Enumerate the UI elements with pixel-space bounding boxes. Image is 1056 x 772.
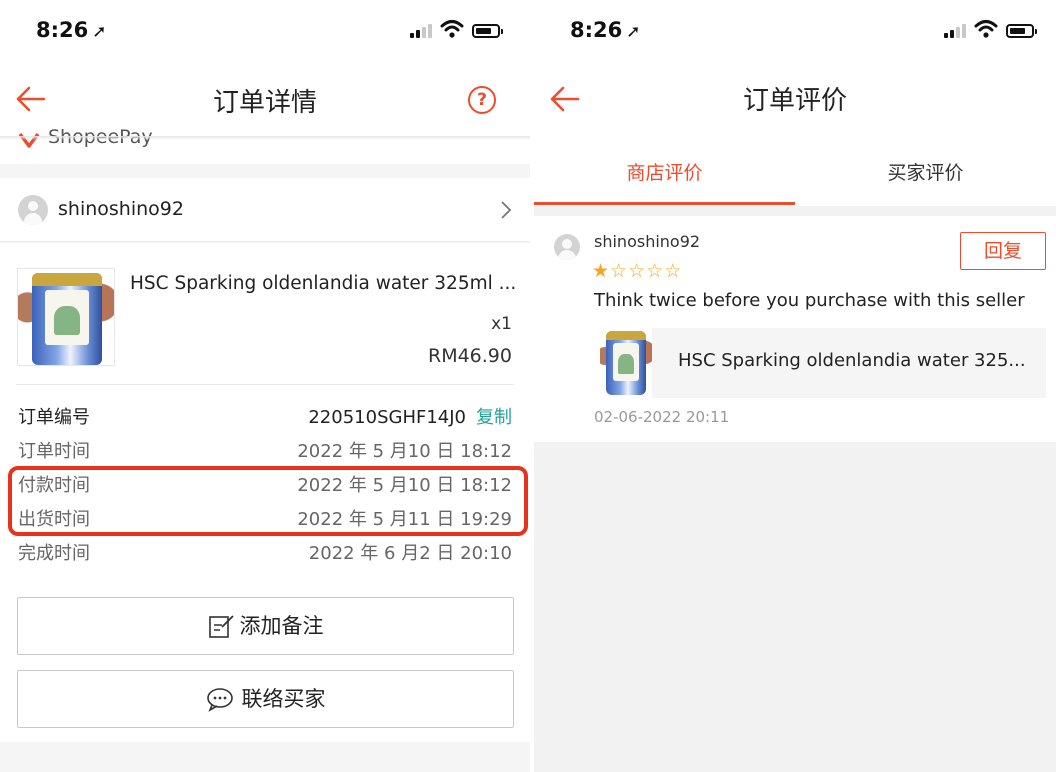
highlight-annotation-box	[8, 466, 528, 536]
battery-icon	[472, 24, 503, 38]
order-time-label: 订单时间	[18, 441, 90, 462]
review-username: shinoshino92	[594, 232, 701, 251]
order-number-value: 220510SGHF14J0	[308, 407, 466, 428]
section-gap	[534, 206, 1056, 216]
complete-time-label: 完成时间	[18, 543, 90, 564]
tab-buyer-review[interactable]: 买家评价	[795, 158, 1056, 185]
help-circle-icon[interactable]: ?	[468, 86, 496, 114]
order-time-value: 2022 年 5 月10 日 18:12	[297, 441, 512, 462]
battery-icon	[1006, 24, 1037, 38]
user-avatar-icon	[18, 195, 48, 225]
review-card: shinoshino92 ★☆☆☆☆ 回复 Think twice before…	[534, 216, 1056, 442]
product-thumbnail[interactable]	[17, 268, 115, 366]
contact-buyer-button[interactable]: 联络买家	[17, 670, 514, 728]
note-edit-icon	[208, 615, 234, 638]
active-tab-indicator	[534, 202, 795, 205]
wifi-icon	[974, 20, 998, 38]
star-empty-icon: ☆	[664, 260, 683, 282]
status-time: 8:26 ➚	[570, 18, 641, 42]
location-arrow-icon: ➚	[92, 22, 107, 42]
cellular-signal-icon	[410, 24, 432, 38]
complete-time-row: 完成时间 2022 年 6 月2 日 20:10	[18, 539, 512, 569]
order-time-row: 订单时间 2022 年 5 月10 日 18:12	[18, 437, 512, 467]
tab-shop-review[interactable]: 商店评价	[534, 158, 795, 185]
drink-can-image	[606, 331, 646, 395]
add-note-button[interactable]: 添加备注	[17, 597, 514, 655]
status-bar: 8:26 ➚	[0, 0, 530, 62]
product-thumbnail	[600, 328, 652, 398]
reply-button[interactable]: 回复	[960, 232, 1046, 270]
product-title[interactable]: HSC Sparking oldenlandia water 325ml ...	[130, 273, 516, 294]
chevron-right-icon	[501, 201, 512, 219]
product-price: RM46.90	[428, 345, 512, 367]
add-note-label: 添加备注	[239, 614, 324, 638]
drink-can-image	[32, 273, 102, 365]
page-title: 订单评价	[742, 86, 847, 116]
order-detail-screen: 8:26➚ 订单详情 ? ShopeePay shinoshino92 HSC …	[0, 0, 530, 772]
nav-shadow	[0, 136, 530, 140]
contact-buyer-label: 联络买家	[241, 687, 326, 711]
product-quantity: x1	[491, 314, 512, 334]
star-empty-icon: ☆	[610, 260, 629, 282]
order-number-row: 订单编号 220510SGHF14J0 复制	[18, 403, 512, 433]
actions-panel: 添加备注 联络买家	[0, 582, 530, 742]
complete-time-value: 2022 年 6 月2 日 20:10	[308, 543, 512, 564]
copy-button[interactable]: 复制	[476, 407, 512, 428]
user-avatar-icon	[554, 234, 580, 260]
location-arrow-icon: ➚	[626, 22, 641, 42]
nav-bar: 订单评价	[534, 62, 1056, 134]
page-title: 订单详情	[212, 88, 317, 118]
star-empty-icon: ☆	[646, 260, 665, 282]
buyer-name: shinoshino92	[58, 198, 184, 220]
star-filled-icon: ★	[592, 260, 611, 282]
divider	[16, 384, 514, 385]
reviewed-product[interactable]: HSC Sparking oldenlandia water 325...	[600, 328, 1046, 398]
nav-bar: 订单详情 ?	[0, 62, 530, 136]
star-rating: ★☆☆☆☆	[592, 260, 682, 282]
buyer-row[interactable]: shinoshino92	[0, 178, 530, 242]
reviewed-product-title: HSC Sparking oldenlandia water 325...	[678, 350, 1026, 371]
review-date: 02-06-2022 20:11	[594, 408, 730, 426]
payment-method-row: ShopeePay	[0, 128, 530, 164]
status-time: 8:26 ➚	[36, 18, 107, 42]
wifi-icon	[440, 20, 464, 38]
chat-bubble-icon	[206, 688, 233, 712]
cellular-signal-icon	[944, 24, 966, 38]
order-review-screen: 8:26 ➚ 订单评价 商店评价 买家评价 shinoshino92 ★☆☆☆☆ …	[534, 0, 1056, 772]
star-empty-icon: ☆	[628, 260, 647, 282]
review-tabs: 商店评价 买家评价	[534, 134, 1056, 206]
review-text: Think twice before you purchase with thi…	[594, 290, 1025, 311]
order-number-label: 订单编号	[18, 407, 90, 428]
status-bar: 8:26 ➚	[534, 0, 1056, 62]
